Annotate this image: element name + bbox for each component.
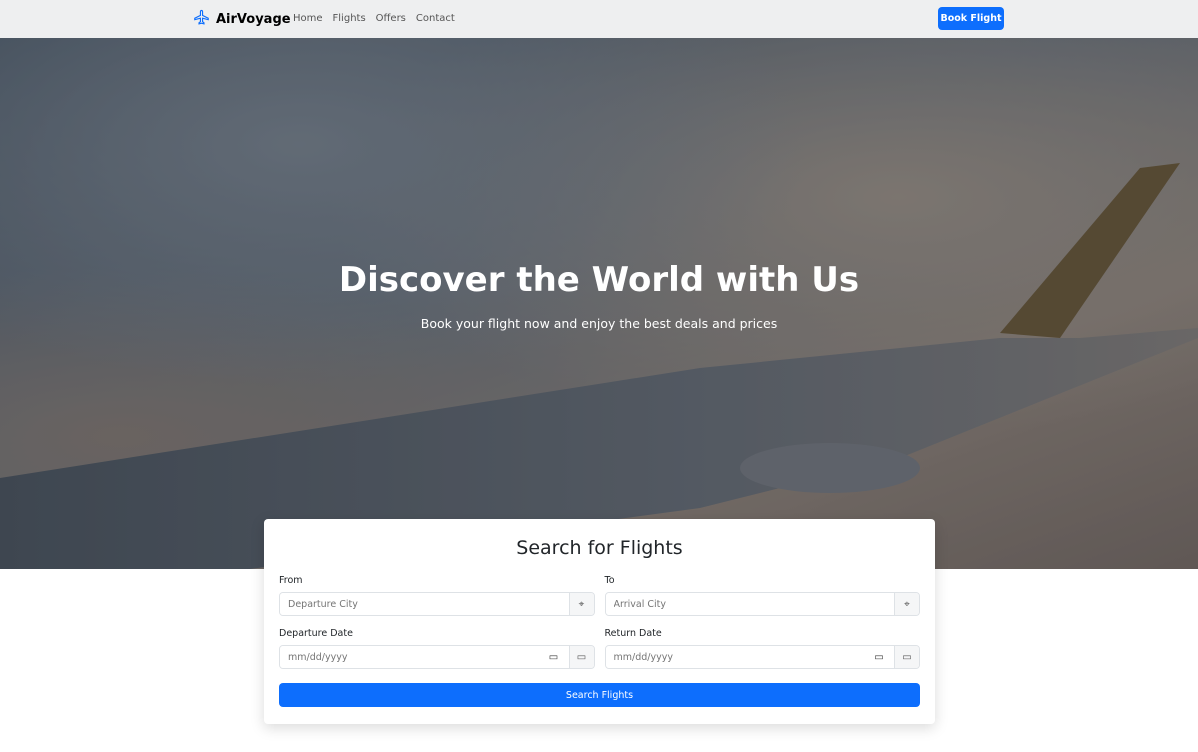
search-flights-button[interactable]: Search Flights (279, 683, 920, 707)
hero-subtitle: Book your flight now and enjoy the best … (420, 316, 778, 331)
nav-link-offers[interactable]: Offers (376, 13, 406, 24)
from-label: From (279, 575, 303, 586)
departure-date-label: Departure Date (279, 628, 353, 639)
flight-search-form: Search for Flights From ⌖ To ⌖ Departure… (264, 519, 935, 724)
return-date-label: Return Date (604, 628, 662, 639)
location-pin-icon: ⌖ (568, 593, 594, 615)
brand-name: AirVoyage (216, 12, 291, 27)
departure-date-input[interactable] (280, 646, 547, 668)
date-picker-icon[interactable]: ▭ (872, 646, 886, 668)
airplane-wing-image (0, 38, 1198, 569)
navbar: AirVoyage Home Flights Offers Contact Bo… (0, 0, 1198, 38)
return-date-input[interactable] (605, 646, 872, 668)
nav-link-flights[interactable]: Flights (333, 13, 366, 24)
nav-link-home[interactable]: Home (293, 13, 323, 24)
calendar-icon: ▭ (894, 646, 919, 668)
date-picker-icon[interactable]: ▭ (547, 646, 561, 668)
to-label: To (604, 575, 615, 586)
location-pin-icon: ⌖ (894, 593, 919, 615)
brand[interactable]: AirVoyage (193, 9, 291, 30)
book-flight-button[interactable]: Book Flight (938, 7, 1004, 30)
calendar-icon: ▭ (568, 646, 594, 668)
nav-link-contact[interactable]: Contact (416, 13, 455, 24)
search-title: Search for Flights (516, 537, 683, 559)
airplane-icon (193, 9, 210, 30)
hero-section: Discover the World with Us Book your fli… (0, 38, 1198, 569)
hero-title: Discover the World with Us (338, 260, 860, 300)
from-input[interactable] (280, 593, 569, 615)
to-input[interactable] (605, 593, 894, 615)
